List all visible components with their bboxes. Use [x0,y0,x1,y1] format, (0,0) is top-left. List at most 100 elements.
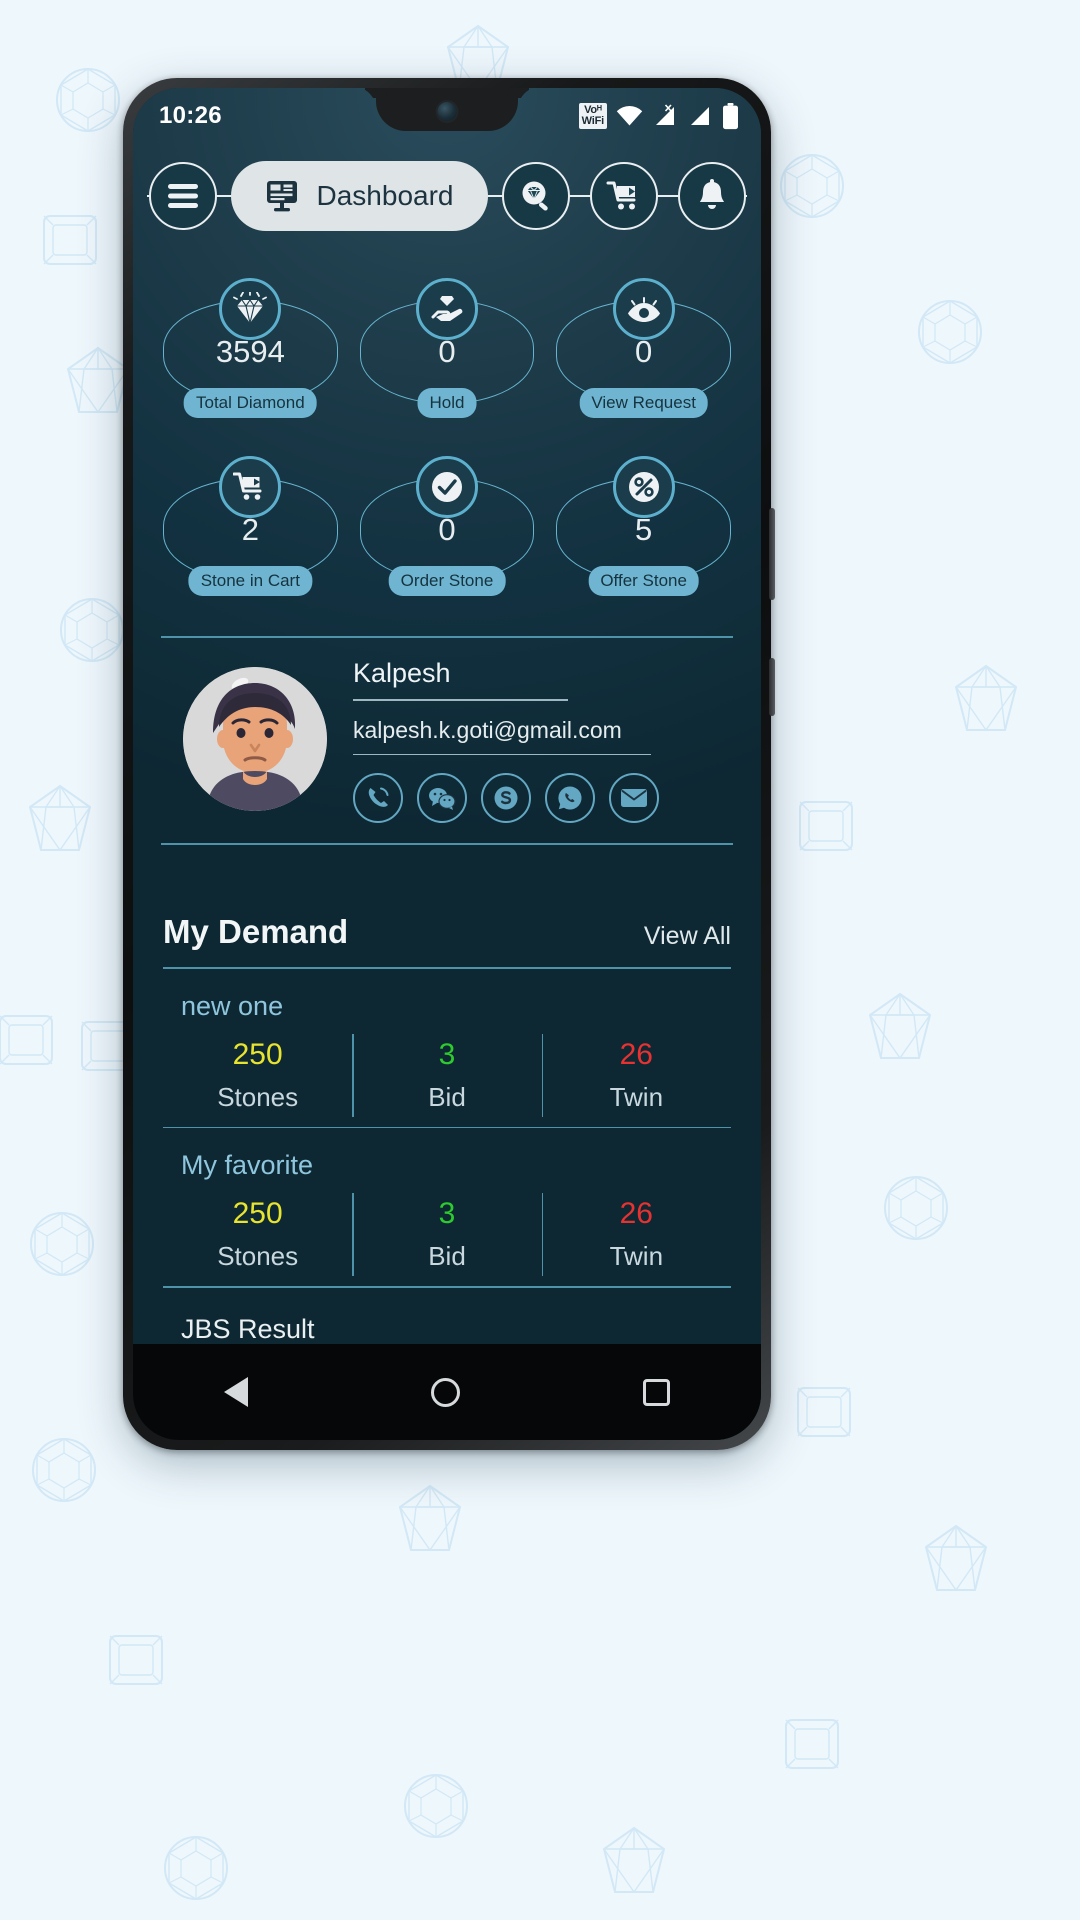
stat-card-total-diamond[interactable]: 3594 Total Diamond [157,278,344,418]
profile-name-underline [353,699,568,701]
demand-stat-value: 3 [438,1037,456,1071]
stat-card-hold[interactable]: 0 Hold [354,278,541,418]
stat-card-order-stone[interactable]: 0 Order Stone [354,456,541,596]
signal-icon [691,107,709,125]
demand-stat-label: Bid [428,1241,466,1272]
phone-call-button[interactable] [353,773,403,824]
diamond-icon [233,292,268,324]
home-button[interactable] [430,1377,460,1407]
phone-screen-bezel: 10:26 Voᴴ WiFi Dashboard 3594 Total Diam… [133,88,761,1440]
notification-bell-button[interactable] [677,162,746,230]
stat-label: Order Stone [388,566,506,596]
tab-dashboard-label: Dashboard [316,180,454,211]
dashboard-icon [266,181,297,212]
check-circle-icon-circle [415,456,478,518]
percent-icon-circle [612,456,675,518]
wechat-icon [429,788,456,811]
whatsapp-icon [558,786,582,810]
demand-stat-value: 26 [619,1197,653,1231]
tab-dashboard[interactable]: Dashboard [230,161,488,231]
jbs-result-title[interactable]: JBS Result [163,1288,731,1345]
demand-group-new-one[interactable]: new one 250 Stones 3 Bid 26 Twin [163,969,731,1129]
profile-name: Kalpesh [353,658,451,688]
shopping-cart-icon [606,181,635,210]
my-demand-title: My Demand [163,913,349,951]
recents-square-icon [642,1378,670,1406]
status-icons: Voᴴ WiFi [578,102,739,130]
eye-icon [627,297,660,322]
stat-card-offer-stone[interactable]: 5 Offer Stone [550,456,737,596]
demand-stat-value: 3 [438,1197,456,1231]
avatar[interactable] [183,666,327,811]
profile-email: kalpesh.k.goti@gmail.com [353,716,622,743]
recents-button[interactable] [642,1378,670,1406]
skype-icon [494,786,518,810]
android-navigation-bar [133,1344,761,1440]
demand-stat-value: 26 [619,1037,653,1071]
top-navigation-bar: Dashboard [133,144,761,248]
hamburger-menu-icon [167,184,198,208]
demand-group-name: new one [181,990,284,1021]
diamond-search-icon [522,181,548,211]
wechat-button[interactable] [417,773,467,824]
demand-stat-label: Twin [609,1081,664,1112]
view-all-link[interactable]: View All [644,922,731,951]
demand-stat-value: 250 [232,1197,283,1231]
stats-grid: 3594 Total Diamond 0 Hold 0 View Request… [133,248,761,596]
profile-section: Kalpesh kalpesh.k.goti@gmail.com [133,582,761,846]
stat-label: Offer Stone [588,566,699,596]
hand-diamond-icon [431,296,463,321]
status-time: 10:26 [159,102,222,129]
demand-stat-twin: 26 Twin [541,1032,731,1127]
demand-stat-stones: 250 Stones [163,1032,352,1127]
back-button[interactable] [224,1377,249,1407]
cart-icon-circle [219,456,282,518]
my-demand-section: My Demand View All new one 250 Stones 3 … [133,845,761,1345]
profile-info: Kalpesh kalpesh.k.goti@gmail.com [353,654,733,824]
user-avatar [183,666,327,811]
eye-icon-circle [612,278,675,340]
battery-icon [723,102,738,129]
vowifi-icon: Voᴴ WiFi [578,103,607,129]
stat-label: Stone in Cart [188,566,312,596]
whatsapp-button[interactable] [545,773,595,824]
demand-stat-label: Stones [217,1241,299,1272]
cart-button[interactable] [589,162,658,230]
wifi-icon [616,105,643,126]
percent-icon [628,472,659,502]
notification-bell-icon [699,179,724,209]
power-button[interactable] [769,658,775,716]
cart-icon [233,472,262,500]
demand-stat-bid: 3 Bid [352,1032,541,1127]
demand-stat-stones: 250 Stones [163,1191,352,1286]
profile-email-underline [353,753,651,756]
stat-label: Total Diamond [183,388,317,418]
diamond-icon-circle [219,278,282,340]
demand-group-my-favorite[interactable]: My favorite 250 Stones 3 Bid 26 Twin [163,1128,731,1288]
signal-no-sim-icon [656,104,674,125]
diamond-search-button[interactable] [501,162,570,230]
demand-stat-label: Twin [609,1241,664,1272]
email-icon [621,789,647,808]
demand-stat-value: 250 [232,1037,283,1071]
email-button[interactable] [609,773,659,824]
hand-diamond-icon-circle [415,278,478,340]
volume-button[interactable] [769,508,775,600]
demand-stat-label: Stones [217,1081,299,1112]
phone-call-icon [368,787,389,808]
stat-card-view-request[interactable]: 0 View Request [550,278,737,418]
demand-group-name: My favorite [181,1150,314,1181]
social-icons-row [353,773,733,824]
hamburger-menu-button[interactable] [148,162,217,230]
stat-label: View Request [579,388,708,418]
stat-label: Hold [417,388,477,418]
stat-card-stone-in-cart[interactable]: 2 Stone in Cart [157,456,344,596]
demand-stat-label: Bid [428,1081,466,1112]
phone-frame: 10:26 Voᴴ WiFi Dashboard 3594 Total Diam… [123,78,775,1450]
check-circle-icon [431,472,462,502]
app-screen: 10:26 Voᴴ WiFi Dashboard 3594 Total Diam… [133,88,761,1440]
skype-button[interactable] [481,773,531,824]
home-circle-icon [430,1377,460,1407]
front-camera [437,102,457,121]
back-triangle-icon [224,1377,249,1407]
